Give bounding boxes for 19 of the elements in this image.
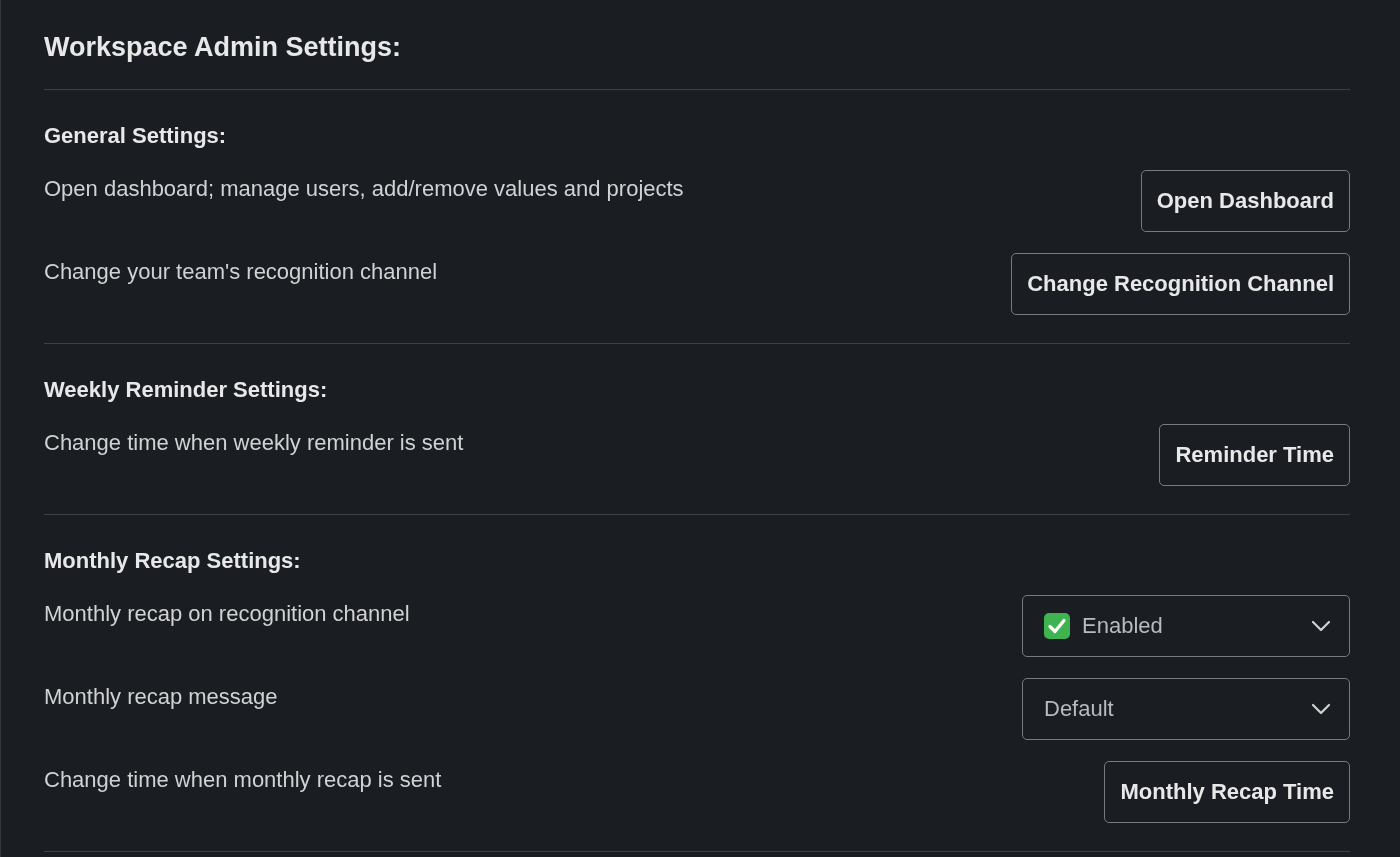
setting-label: Change time when monthly recap is sent — [44, 766, 442, 794]
dropdown[interactable]: Default — [1022, 678, 1350, 740]
page-title: Workspace Admin Settings: — [44, 31, 403, 64]
dropdown[interactable]: Enabled — [1022, 595, 1350, 657]
action-button[interactable]: Reminder Time — [1159, 424, 1350, 486]
chevron-down-icon — [1311, 703, 1331, 715]
setting-label: Change time when weekly reminder is sent — [44, 429, 464, 457]
section-heading: Monthly Recap Settings: — [44, 547, 302, 575]
action-button[interactable]: Monthly Recap Time — [1104, 761, 1350, 823]
setting-label: Monthly recap message — [44, 683, 278, 711]
setting-label: Open dashboard; manage users, add/remove values and projects — [44, 175, 684, 203]
chevron-down-icon — [1311, 620, 1331, 632]
section-heading: General Settings: — [44, 122, 228, 150]
checkmark-icon — [1044, 613, 1070, 639]
setting-label: Monthly recap on recognition channel — [44, 600, 410, 628]
section-heading: Weekly Reminder Settings: — [44, 376, 329, 404]
action-button[interactable]: Change Recognition Channel — [1011, 253, 1350, 315]
setting-label: Change your team's recognition channel — [44, 258, 438, 286]
action-button[interactable]: Open Dashboard — [1140, 170, 1350, 232]
